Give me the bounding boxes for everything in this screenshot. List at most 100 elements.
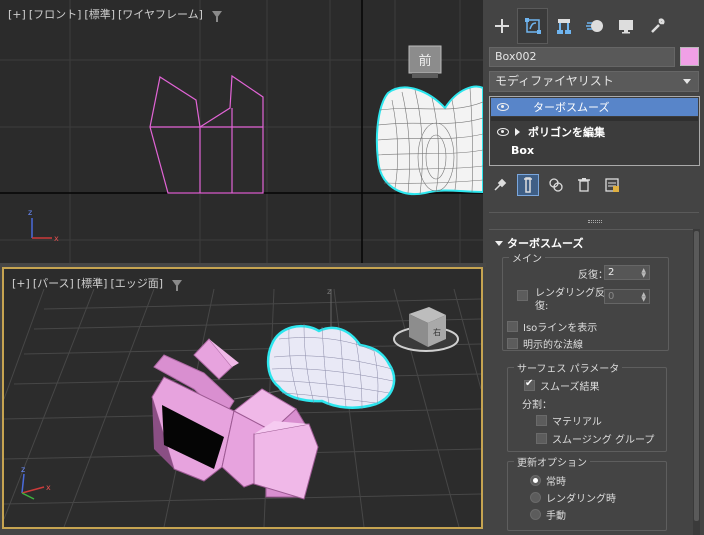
update-rendering-dot[interactable]	[530, 492, 541, 503]
stack-item-edit-poly[interactable]: ポリゴンを編集	[491, 123, 698, 141]
turbosmooth-mesh-perspective[interactable]	[266, 323, 396, 410]
rollout-header[interactable]: ターボスムーズ	[495, 235, 583, 251]
viewport-mode-menu[interactable]: [標準]	[84, 6, 115, 22]
spinner-arrows-icon[interactable]: ▲ ▼	[641, 292, 646, 303]
viewport-shading-menu[interactable]: [ワイヤフレーム]	[118, 6, 203, 22]
command-panel-scrollbar[interactable]	[693, 229, 700, 535]
viewport-plus-menu[interactable]: [+]	[8, 8, 26, 21]
smooth-result-checkbox[interactable]: スムーズ結果	[524, 378, 600, 393]
viewport-mode-menu[interactable]: [標準]	[77, 275, 108, 291]
stack-item-label: ポリゴンを編集	[528, 126, 605, 139]
trash-icon	[578, 178, 590, 192]
update-manually-dot[interactable]	[530, 509, 541, 520]
make-unique-button[interactable]	[545, 174, 567, 196]
surface-group-label: サーフェス パラメータ	[514, 360, 623, 375]
box-wireframe-front	[149, 74, 264, 194]
plus-icon	[494, 19, 509, 33]
front-viewport[interactable]: 前 z x [+] [フロント] [標準] [ワイヤフレーム]	[0, 0, 483, 263]
object-name-field[interactable]: Box002	[489, 47, 675, 67]
update-options-group: 更新オプション 常時 レンダリング時 手動	[507, 454, 667, 531]
view-cube-perspective[interactable]: 右	[393, 307, 459, 352]
main-group: メイン 反復： 2 ▲ ▼ レンダリング反 復: 0 ▲ ▼ Isoラインを表示 明…	[502, 250, 669, 351]
materials-label: マテリアル	[552, 417, 602, 428]
explicit-normals-label: 明示的な法線	[523, 340, 583, 351]
filter-icon[interactable]	[211, 10, 222, 22]
hierarchy-tab[interactable]	[548, 8, 579, 44]
isoline-checkbox[interactable]: Isoラインを表示	[507, 319, 597, 334]
collapse-arrow-icon	[495, 240, 503, 246]
perspective-viewport[interactable]: z 右 z x [+] [パース] [標準] [エッジ面]	[2, 267, 483, 529]
stack-item-label: Box	[511, 143, 535, 157]
rollout-title: ターボスムーズ	[507, 237, 584, 250]
object-color-swatch[interactable]	[680, 47, 699, 66]
smooth-result-box[interactable]	[524, 378, 535, 391]
smoothing-groups-label: スムージング グループ	[552, 435, 655, 446]
stack-item-label: ターボスムーズ	[533, 101, 610, 114]
update-always-dot[interactable]	[530, 475, 541, 486]
viewport-view-menu[interactable]: [フロント]	[29, 6, 82, 22]
main-group-label: メイン	[509, 250, 545, 265]
smoothing-groups-box[interactable]	[536, 433, 547, 444]
expand-arrow-icon[interactable]	[515, 128, 520, 136]
render-iters-spinner[interactable]: 0 ▲ ▼	[604, 289, 650, 304]
svg-text:z: z	[327, 287, 331, 296]
view-cube-persp-label: 右	[433, 327, 441, 337]
command-panel-tabs	[486, 8, 704, 44]
eye-icon[interactable]	[497, 103, 509, 111]
perspective-viewport-canvas[interactable]: z 右 z x	[4, 269, 481, 527]
turbosmooth-rollout: ターボスムーズ メイン 反復： 2 ▲ ▼ レンダリング反 復: 0 ▲ ▼ Iso…	[489, 229, 693, 535]
update-rendering-radio[interactable]: レンダリング時	[530, 490, 616, 505]
iterations-spinner[interactable]: 2 ▲ ▼	[604, 265, 650, 280]
render-iters-checkbox[interactable]	[517, 290, 528, 301]
stack-item-box[interactable]: Box	[491, 141, 698, 159]
update-rendering-label: レンダリング時	[546, 494, 616, 505]
pin-icon	[494, 178, 507, 191]
front-viewport-label: [+] [フロント] [標準] [ワイヤフレーム]	[8, 6, 222, 22]
front-viewport-canvas[interactable]: 前 z x	[0, 0, 483, 263]
explicit-normals-checkbox[interactable]: 明示的な法線	[507, 336, 583, 351]
modifier-stack[interactable]: ターボスムーズ ポリゴンを編集 Box	[489, 96, 700, 166]
update-group-label: 更新オプション	[514, 454, 590, 469]
stack-item-turbosmooth[interactable]: ターボスムーズ	[491, 98, 698, 116]
modifier-list-dropdown[interactable]: モディファイヤリスト	[489, 71, 699, 92]
modify-tab[interactable]	[517, 8, 548, 44]
motion-icon	[585, 20, 603, 32]
materials-checkbox[interactable]: マテリアル	[536, 413, 602, 428]
smooth-result-label: スムーズ結果	[540, 382, 600, 393]
update-always-radio[interactable]: 常時	[530, 473, 566, 488]
isoline-box[interactable]	[507, 321, 518, 332]
render-iters-box[interactable]	[517, 290, 528, 301]
utilities-tab[interactable]	[641, 8, 672, 44]
display-tab[interactable]	[610, 8, 641, 44]
chevron-down-icon	[683, 79, 691, 84]
update-manually-label: 手動	[546, 511, 566, 522]
show-end-result-button[interactable]	[517, 174, 539, 196]
view-cube-front[interactable]: 前	[408, 45, 442, 78]
resize-grip[interactable]	[588, 220, 602, 223]
eye-icon[interactable]	[497, 128, 509, 136]
motion-tab[interactable]	[579, 8, 610, 44]
isoline-label: Isoラインを表示	[523, 323, 598, 334]
spinner-arrows-icon[interactable]: ▲ ▼	[641, 268, 646, 279]
filter-icon[interactable]	[172, 279, 183, 291]
svg-text:x: x	[54, 234, 59, 243]
explicit-normals-box[interactable]	[507, 338, 518, 349]
viewport-view-menu[interactable]: [パース]	[33, 275, 74, 291]
pin-stack-button[interactable]	[489, 174, 511, 196]
update-manually-radio[interactable]: 手動	[530, 507, 566, 522]
modifier-list-label: モディファイヤリスト	[495, 74, 614, 88]
viewport-plus-menu[interactable]: [+]	[12, 277, 30, 290]
viewport-shading-menu[interactable]: [エッジ面]	[110, 275, 163, 291]
separate-label: 分割：	[522, 400, 552, 411]
create-tab[interactable]	[486, 8, 517, 44]
scrollbar-thumb[interactable]	[694, 231, 699, 521]
smoothing-groups-checkbox[interactable]: スムージング グループ	[536, 431, 654, 446]
configure-modifier-sets-button[interactable]	[601, 174, 623, 196]
hierarchy-icon	[556, 19, 571, 34]
end-result-icon	[524, 177, 532, 193]
remove-modifier-button[interactable]	[573, 174, 595, 196]
materials-box[interactable]	[536, 415, 547, 426]
axis-tripod-front: z x	[28, 208, 59, 243]
surface-params-group: サーフェス パラメータ スムーズ結果 分割： マテリアル スムージング グループ	[507, 360, 667, 452]
panel-divider	[489, 212, 699, 213]
